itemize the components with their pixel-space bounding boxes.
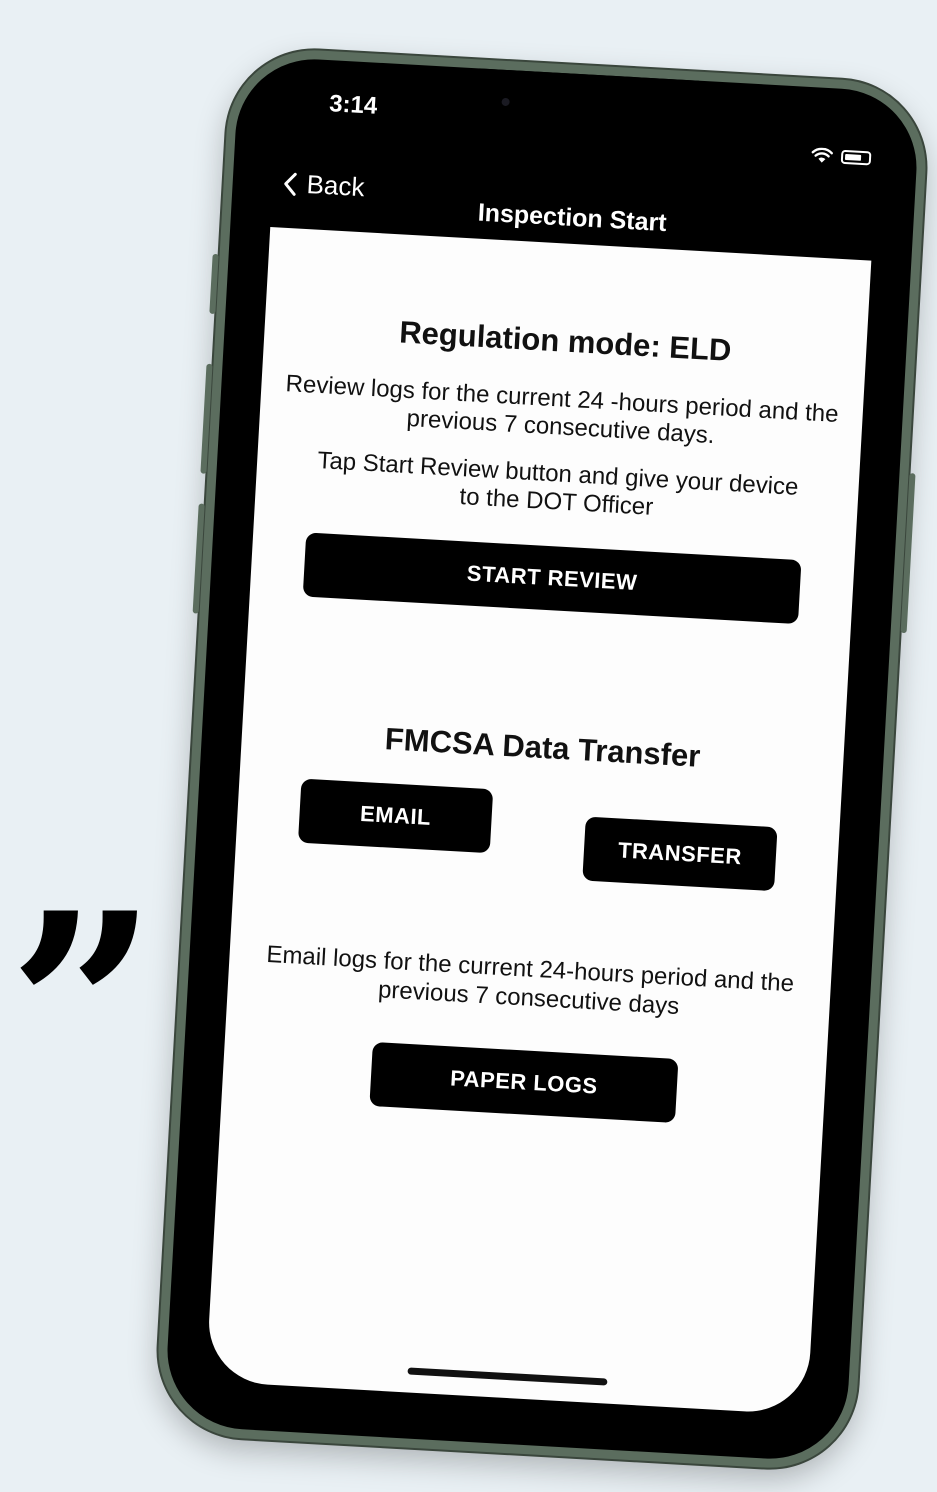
paper-logs-button[interactable]: PAPER LOGS: [369, 1041, 679, 1123]
volume-up-button: [200, 363, 213, 474]
power-button: [900, 473, 916, 634]
transfer-button[interactable]: TRANSFER: [582, 816, 778, 892]
regulation-description: Review logs for the current 24 -hours pe…: [284, 370, 840, 450]
notch: [477, 68, 700, 121]
transfer-section: FMCSA Data Transfer EMAIL TRANSFER Email…: [222, 713, 845, 1131]
transfer-button-row: EMAIL TRANSFER: [235, 775, 841, 894]
phone-mockup: 3:14 Back Inspection Start Regulation mo…: [153, 45, 931, 1473]
regulation-section: Regulation mode: ELD Review logs for the…: [250, 227, 872, 627]
volume-down-button: [192, 503, 205, 614]
home-indicator: [407, 1367, 608, 1386]
closing-quote-mark: ”: [8, 857, 158, 1162]
app-screen: Regulation mode: ELD Review logs for the…: [205, 227, 872, 1415]
mute-switch: [209, 253, 219, 315]
start-review-button[interactable]: START REVIEW: [302, 532, 802, 625]
wifi-icon: [811, 147, 833, 163]
regulation-heading: Regulation mode: ELD: [398, 314, 733, 368]
battery-icon: [840, 149, 872, 166]
transfer-heading: FMCSA Data Transfer: [383, 721, 702, 775]
transfer-description: Email logs for the current 24-hours peri…: [265, 941, 795, 1020]
regulation-instruction: Tap Start Review button and give your de…: [316, 446, 800, 521]
email-button[interactable]: EMAIL: [297, 778, 494, 854]
status-time: 3:14: [328, 90, 378, 120]
status-icons: [811, 147, 872, 166]
